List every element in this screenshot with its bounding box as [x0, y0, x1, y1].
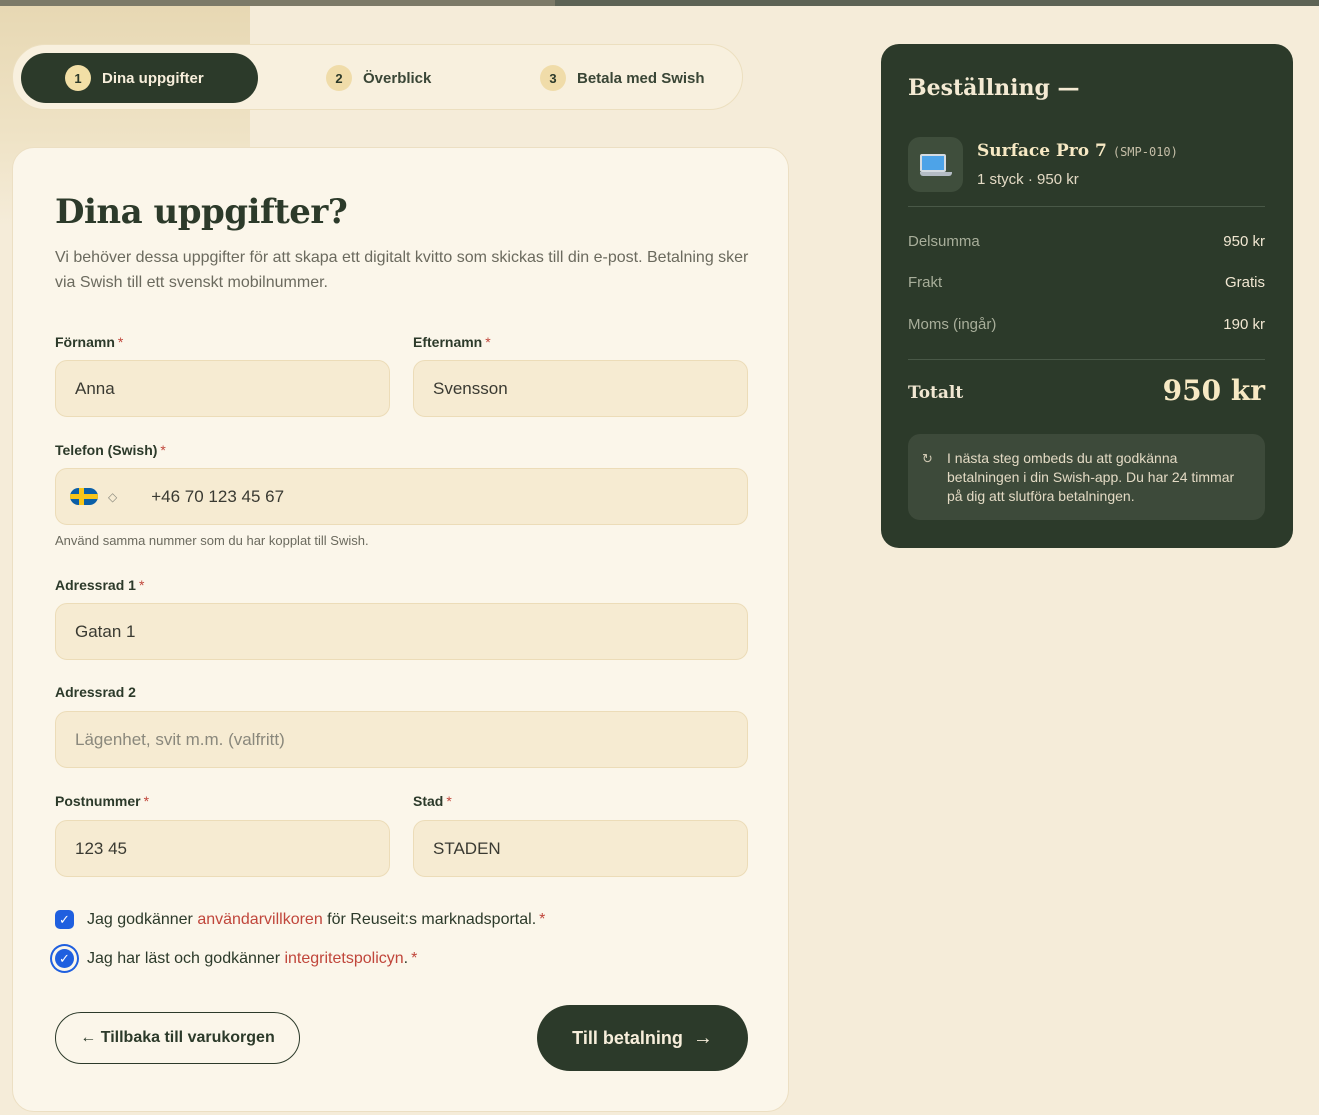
required-mark: *	[138, 577, 145, 593]
last-name-label-text: Efternamn	[413, 334, 483, 350]
address2-placeholder: Lägenhet, svit m.m. (valfritt)	[75, 729, 285, 749]
step-pay-swish[interactable]: 3 Betala med Swish	[540, 53, 705, 103]
address1-label-text: Adressrad 1	[55, 577, 136, 593]
address1-value: Gatan 1	[75, 621, 136, 641]
summary-key: Frakt	[908, 274, 943, 291]
to-payment-button[interactable]: Till betalning →	[537, 1005, 748, 1071]
phone-field[interactable]: ◇ +46 70 123 45 67	[55, 468, 748, 525]
required-mark: *	[160, 442, 166, 458]
step-label: Överblick	[363, 69, 432, 87]
summary-value: 190 kr	[1223, 316, 1265, 333]
phone-label: Telefon (Swish) *	[55, 442, 166, 458]
address2-field[interactable]: Lägenhet, svit m.m. (valfritt)	[55, 711, 748, 768]
summary-key: Moms (ingår)	[908, 316, 997, 333]
back-to-cart-button[interactable]: ← Tillbaka till varukorgen	[55, 1012, 300, 1064]
step-overview[interactable]: 2 Överblick	[326, 53, 431, 103]
page-title: Dina uppgifter?	[55, 192, 348, 232]
checkout-stepper: 1 Dina uppgifter 2 Överblick 3 Betala me…	[12, 44, 743, 110]
intro-text: Vi behöver dessa uppgifter för att skapa…	[55, 249, 749, 291]
address1-field[interactable]: Gatan 1	[55, 603, 748, 660]
terms-pre: Jag godkänner	[87, 910, 198, 928]
postal-value: 123 45	[75, 838, 127, 858]
sweden-flag-icon[interactable]	[70, 488, 98, 505]
first-name-label-text: Förnamn	[55, 334, 115, 350]
summary-value: Gratis	[1224, 274, 1265, 291]
phone-value: +46 70 123 45 67	[151, 486, 285, 506]
top-border-dark	[555, 0, 1319, 6]
postal-code-field[interactable]: 123 45	[55, 820, 390, 877]
summary-row-shipping: Frakt Gratis	[908, 274, 1265, 291]
last-name-value: Svensson	[433, 378, 508, 398]
required-mark: *	[143, 793, 150, 809]
last-name-label: Efternamn *	[413, 334, 491, 350]
required-mark: *	[446, 793, 452, 809]
terms-post: för Reuseit:s marknadsportal.	[322, 910, 537, 928]
details-form-card: Dina uppgifter? Vi behöver dessa uppgift…	[12, 147, 789, 1112]
country-select-chevron-icon[interactable]: ◇	[108, 490, 117, 504]
privacy-link[interactable]: integritetspolicyn	[284, 950, 403, 967]
last-name-field[interactable]: Svensson	[413, 360, 748, 417]
privacy-checkbox-row: ✓ Jag har läst och godkänner integritets…	[55, 949, 417, 968]
laptop-icon	[908, 137, 963, 192]
to-payment-label: Till betalning	[572, 1027, 683, 1048]
total-value: 950 kr	[1162, 374, 1265, 407]
first-name-label: Förnamn *	[55, 334, 123, 350]
step-details[interactable]: 1 Dina uppgifter	[21, 53, 258, 103]
required-mark: *	[411, 949, 418, 967]
summary-row-subtotal: Delsumma 950 kr	[908, 233, 1265, 250]
summary-key: Delsumma	[908, 233, 980, 250]
postal-label-text: Postnummer	[55, 793, 141, 809]
refresh-icon: ↻	[922, 451, 933, 466]
city-field[interactable]: STADEN	[413, 820, 748, 877]
arrow-right-icon: →	[692, 1026, 713, 1049]
privacy-post: .	[403, 949, 409, 967]
total-label: Totalt	[908, 383, 964, 403]
note-text: I nästa steg ombeds du att godkänna beta…	[947, 450, 1235, 504]
required-mark: *	[117, 334, 124, 350]
address2-label: Adressrad 2	[55, 684, 136, 700]
privacy-checkbox[interactable]: ✓	[55, 949, 74, 968]
privacy-text: Jag har läst och godkänner integritetspo…	[87, 950, 417, 968]
step-label: Betala med Swish	[577, 69, 705, 87]
product-name-text: Surface Pro 7	[977, 141, 1107, 161]
product-quantity-price: 1 styck · 950 kr	[977, 171, 1079, 188]
terms-checkbox-row: ✓ Jag godkänner användarvillkoren för Re…	[55, 910, 545, 929]
city-value: STADEN	[433, 838, 501, 858]
terms-link[interactable]: användarvillkoren	[197, 911, 322, 928]
postal-label: Postnummer *	[55, 793, 149, 809]
summary-value: 950 kr	[1223, 233, 1265, 250]
phone-label-text: Telefon (Swish)	[55, 442, 158, 458]
step-number: 3	[540, 65, 566, 91]
phone-hint: Använd samma nummer som du har kopplat t…	[55, 533, 369, 548]
city-label-text: Stad	[413, 793, 444, 809]
terms-text: Jag godkänner användarvillkoren för Reus…	[87, 911, 545, 929]
product-name: Surface Pro 7 (SMP-010)	[977, 141, 1178, 161]
address2-label-text: Adressrad 2	[55, 684, 136, 700]
step-number: 1	[65, 65, 91, 91]
product-sku: (SMP-010)	[1112, 145, 1178, 159]
divider	[908, 206, 1265, 207]
required-mark: *	[485, 334, 491, 350]
terms-checkbox[interactable]: ✓	[55, 910, 74, 929]
swish-info-note: ↻ I nästa steg ombeds du att godkänna be…	[908, 434, 1265, 520]
order-summary-panel: Beställning — Surface Pro 7 (SMP-010) 1 s…	[881, 44, 1293, 548]
divider	[908, 359, 1265, 360]
first-name-value: Anna	[75, 378, 115, 398]
summary-row-vat: Moms (ingår) 190 kr	[908, 316, 1265, 333]
first-name-field[interactable]: Anna	[55, 360, 390, 417]
address1-label: Adressrad 1 *	[55, 577, 144, 593]
required-mark: *	[539, 910, 546, 928]
step-number: 2	[326, 65, 352, 91]
privacy-pre: Jag har läst och godkänner	[87, 949, 285, 967]
order-title: Beställning —	[908, 75, 1080, 101]
step-label: Dina uppgifter	[102, 69, 204, 87]
city-label: Stad *	[413, 793, 452, 809]
